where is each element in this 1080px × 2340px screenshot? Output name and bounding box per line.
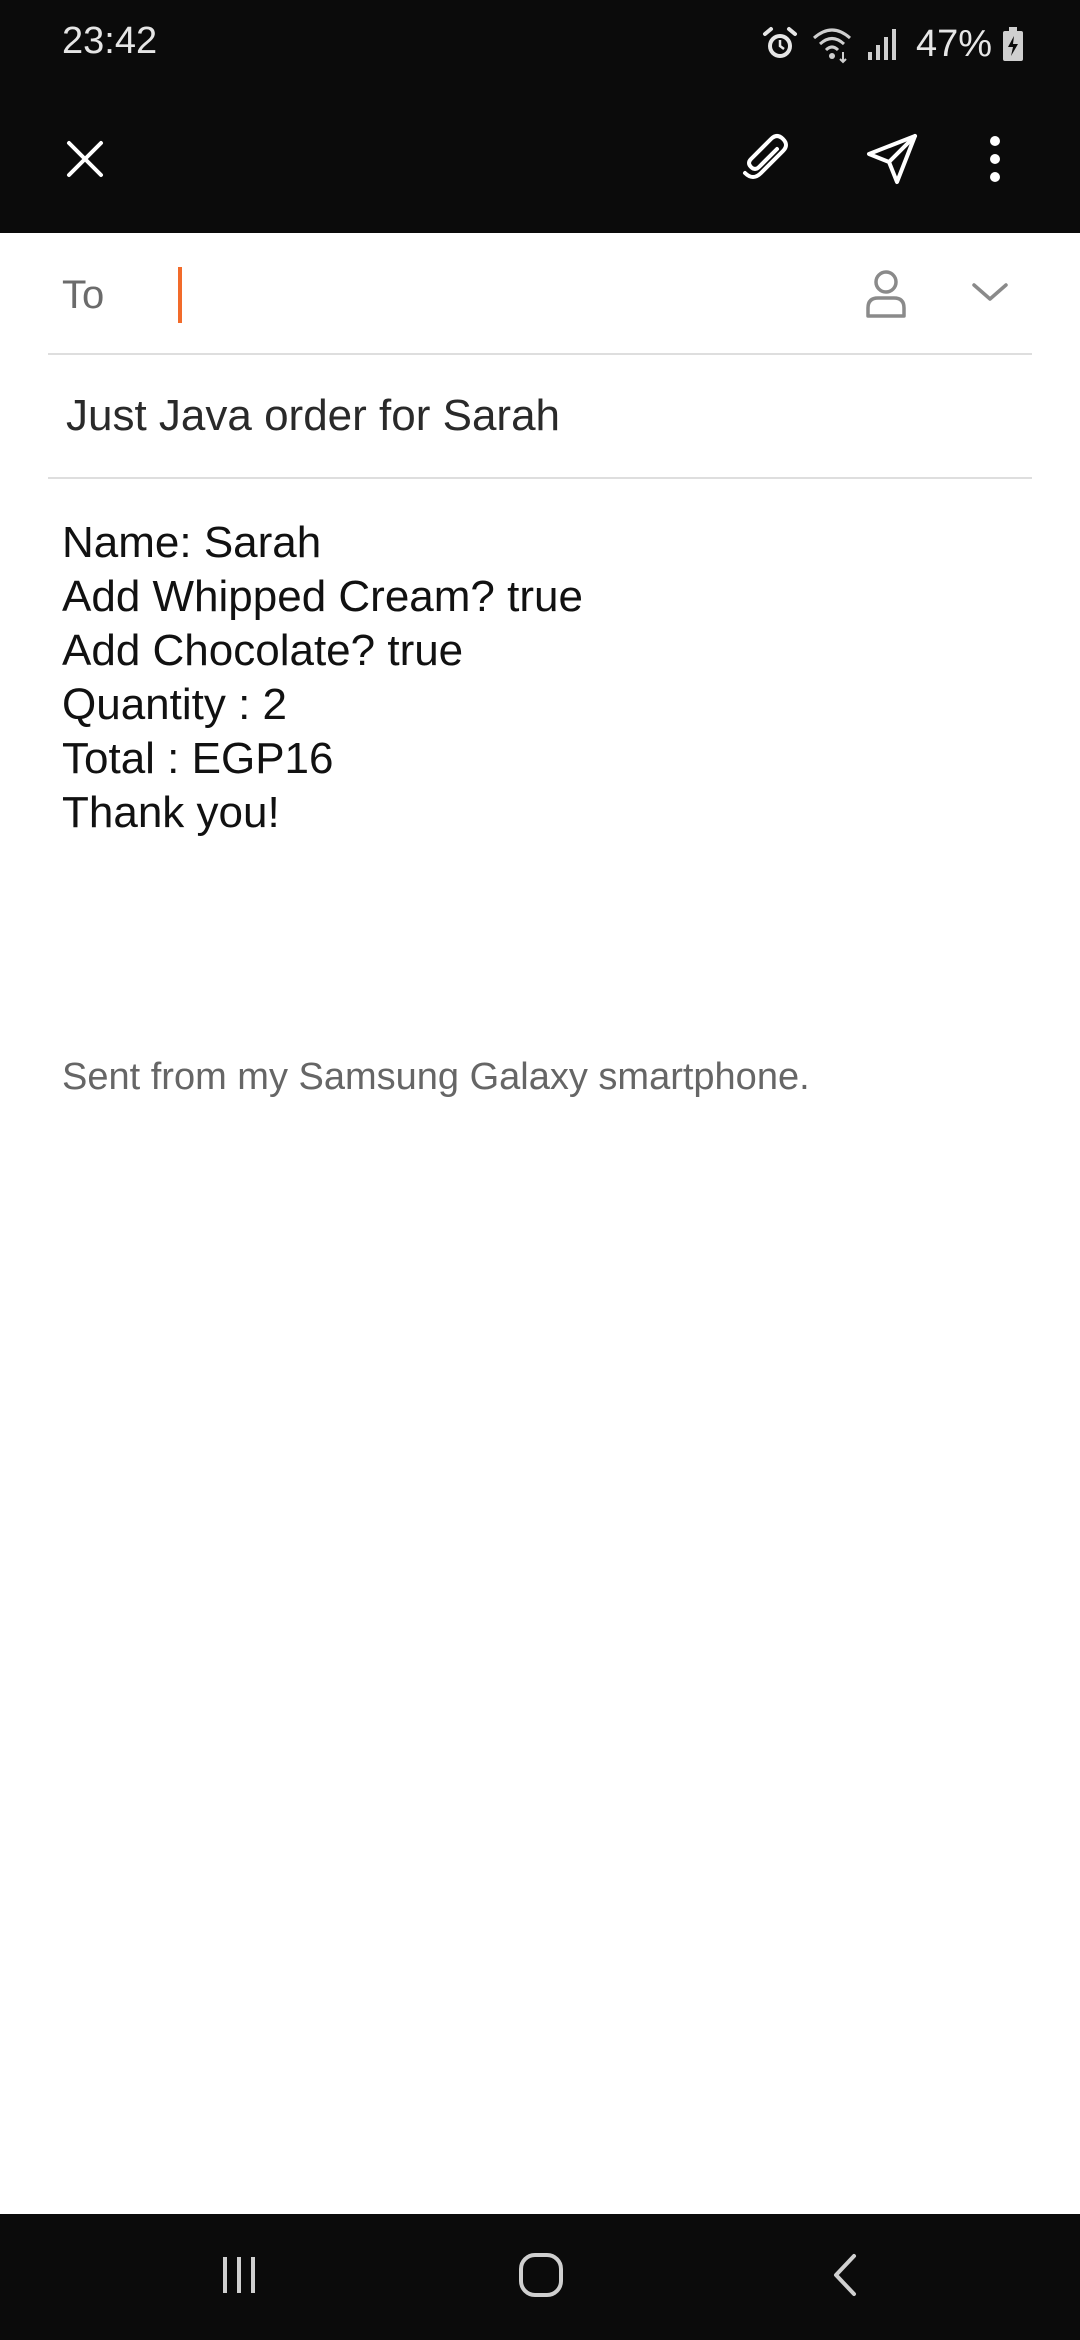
navigation-bar [0,2214,1080,2340]
status-time: 23:42 [62,20,158,62]
to-input[interactable] [176,263,876,325]
expand-recipients-button[interactable] [958,263,1022,327]
body-line: Add Chocolate? true [62,626,464,675]
body-line: Total : EGP16 [62,734,334,783]
body-line: Add Whipped Cream? true [62,572,583,621]
email-signature: Sent from my Samsung Galaxy smartphone. [62,1056,810,1098]
home-icon [517,2251,565,2304]
compose-toolbar [0,88,1080,233]
close-icon [63,137,107,186]
add-contact-button[interactable] [854,263,918,327]
wifi-icon [810,24,854,64]
attach-icon [737,131,793,192]
text-cursor [178,267,182,323]
subject-text: Just Java order for Sarah [66,391,561,440]
body-line: Quantity : 2 [62,680,288,729]
back-icon [830,2252,860,2303]
recents-button[interactable] [194,2242,284,2312]
more-vert-icon [988,135,1002,188]
body-line: Name: Sarah [62,518,322,567]
send-icon [863,130,921,193]
back-button[interactable] [800,2242,890,2312]
alarm-icon [760,24,800,64]
status-icons: 47% [760,20,1024,68]
close-button[interactable] [50,126,120,196]
more-options-button[interactable] [960,126,1030,196]
body-line: Thank you! [62,788,280,837]
send-button[interactable] [857,126,927,196]
chevron-down-icon [970,281,1010,310]
to-field-row: To [48,233,1032,355]
to-label: To [62,273,105,317]
subject-field[interactable]: Just Java order for Sarah [48,355,1032,479]
battery-percent: 47% [915,22,992,65]
attach-button[interactable] [730,126,800,196]
signal-icon [864,24,900,64]
recents-icon [217,2253,261,2302]
message-body[interactable]: Name: Sarah Add Whipped Cream? true Add … [62,516,1022,840]
battery-charging-icon [1002,26,1024,62]
home-button[interactable] [496,2242,586,2312]
person-icon [864,268,908,323]
status-bar: 23:42 47% [0,0,1080,88]
